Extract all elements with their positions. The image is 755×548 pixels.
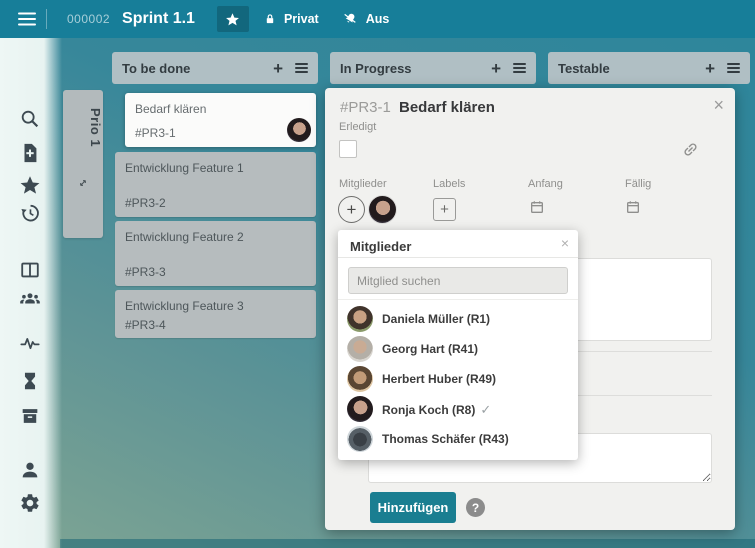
member-avatar-ronja[interactable] <box>369 196 396 223</box>
card-pr3-1[interactable]: Bedarf klären #PR3-1 <box>125 93 316 147</box>
history-icon[interactable] <box>19 202 41 224</box>
user-icon[interactable] <box>19 459 41 481</box>
bell-off-icon <box>341 11 359 27</box>
card-pr3-2[interactable]: Entwicklung Feature 1 #PR3-2 <box>115 152 316 217</box>
member-row-thomas[interactable]: Thomas Schäfer (R43) <box>338 424 578 454</box>
card-id: #PR3-2 <box>125 196 166 210</box>
member-avatar <box>347 366 373 392</box>
done-checkbox[interactable] <box>339 140 357 158</box>
settings-icon[interactable] <box>19 492 41 514</box>
hamburger-icon <box>513 67 526 69</box>
selected-check-icon: ✓ <box>480 402 491 417</box>
due-date-label: Fällig <box>625 178 651 190</box>
card-id: #PR3-4 <box>125 318 166 332</box>
card-title: Entwicklung Feature 1 <box>125 161 244 175</box>
column-menu-button[interactable] <box>295 67 308 69</box>
collapse-swimlane-icon[interactable] <box>76 176 90 190</box>
hamburger-icon <box>295 67 308 69</box>
add-member-button[interactable]: + <box>338 196 365 223</box>
add-document-icon[interactable] <box>19 142 41 164</box>
privacy-label: Privat <box>284 12 319 26</box>
app-window: 000002 Sprint 1.1 Privat Aus <box>0 0 755 548</box>
link-icon[interactable] <box>682 141 699 158</box>
card-id: #PR3-1 <box>135 126 176 140</box>
lock-icon <box>263 11 277 27</box>
help-icon[interactable]: ? <box>466 498 485 517</box>
add-label-button[interactable]: + <box>433 198 456 221</box>
card-title: Entwicklung Feature 2 <box>125 230 244 244</box>
member-avatar <box>347 426 373 452</box>
member-row-herbert[interactable]: Herbert Huber (R49) <box>338 364 578 394</box>
column-menu-button[interactable] <box>727 67 740 69</box>
star-icon <box>225 12 240 27</box>
hamburger-icon <box>727 67 740 69</box>
hamburger-icon <box>18 18 36 20</box>
column-title: To be done <box>122 61 190 76</box>
topbar: 000002 Sprint 1.1 Privat Aus <box>0 0 755 38</box>
board-title[interactable]: Sprint 1.1 <box>122 10 195 28</box>
member-avatar <box>347 396 373 422</box>
card-pr3-3[interactable]: Entwicklung Feature 2 #PR3-3 <box>115 221 316 286</box>
board-background-bottom-edge <box>60 539 755 548</box>
hourglass-icon[interactable] <box>19 370 41 392</box>
activity-icon[interactable] <box>19 332 41 354</box>
column-header-to-be-done: To be done + <box>112 52 318 84</box>
add-card-button[interactable]: + <box>273 60 283 77</box>
assignee-avatar <box>287 118 311 142</box>
privacy-toggle[interactable]: Privat <box>263 11 319 27</box>
member-row-daniela[interactable]: Daniela Müller (R1) <box>338 304 578 334</box>
column-menu-button[interactable] <box>513 67 526 69</box>
star-icon[interactable] <box>19 174 41 196</box>
calendar-icon[interactable] <box>625 199 641 215</box>
close-icon[interactable]: × <box>713 95 724 116</box>
board-columns-icon[interactable] <box>19 259 41 281</box>
member-name: Georg Hart (R41) <box>382 342 478 356</box>
column-title: In Progress <box>340 61 412 76</box>
archive-icon[interactable] <box>19 405 41 427</box>
members-popup-title: Mitglieder <box>350 239 411 254</box>
labels-label: Labels <box>433 178 465 190</box>
member-name: Daniela Müller (R1) <box>382 312 490 326</box>
calendar-icon[interactable] <box>529 199 545 215</box>
add-card-button[interactable]: + <box>491 60 501 77</box>
member-row-georg[interactable]: Georg Hart (R41) <box>338 334 578 364</box>
done-label: Erledigt <box>339 121 376 133</box>
notifications-label: Aus <box>366 12 390 26</box>
member-name: Ronja Koch (R8)✓ <box>382 402 491 418</box>
swimlane-title: Prio 1 <box>63 108 103 147</box>
member-avatar <box>347 336 373 362</box>
sidebar <box>0 38 62 548</box>
close-icon[interactable]: × <box>561 235 569 251</box>
member-search-input[interactable] <box>348 267 568 294</box>
card-title: Bedarf klären <box>135 102 206 116</box>
notifications-toggle[interactable]: Aus <box>341 11 390 27</box>
card-title: Entwicklung Feature 3 <box>125 299 244 313</box>
start-date-label: Anfang <box>528 178 563 190</box>
favorite-star-button[interactable] <box>217 6 249 32</box>
column-header-in-progress: In Progress + <box>330 52 536 84</box>
hamburger-menu-button[interactable] <box>8 0 46 38</box>
topbar-divider <box>46 9 47 29</box>
member-avatar <box>347 306 373 332</box>
team-icon[interactable] <box>19 287 41 309</box>
board-id: 000002 <box>67 12 110 26</box>
column-header-testable: Testable + <box>548 52 750 84</box>
member-name: Thomas Schäfer (R43) <box>382 432 509 446</box>
card-detail-id: #PR3-1 <box>340 99 391 116</box>
member-name: Herbert Huber (R49) <box>382 372 496 386</box>
popup-divider <box>338 257 578 258</box>
member-row-ronja[interactable]: Ronja Koch (R8)✓ <box>338 394 578 424</box>
column-title: Testable <box>558 61 610 76</box>
search-icon[interactable] <box>19 108 41 130</box>
members-label: Mitglieder <box>339 178 387 190</box>
add-card-button[interactable]: + <box>705 60 715 77</box>
members-popup: Mitglieder × Daniela Müller (R1) Georg H… <box>338 230 578 460</box>
add-comment-button[interactable]: Hinzufügen <box>370 492 456 523</box>
card-id: #PR3-3 <box>125 265 166 279</box>
card-pr3-4[interactable]: Entwicklung Feature 3 #PR3-4 <box>115 290 316 338</box>
popup-divider <box>338 299 578 300</box>
swimlane-prio1: Prio 1 <box>63 90 103 238</box>
card-detail-title[interactable]: Bedarf klären <box>399 99 495 116</box>
